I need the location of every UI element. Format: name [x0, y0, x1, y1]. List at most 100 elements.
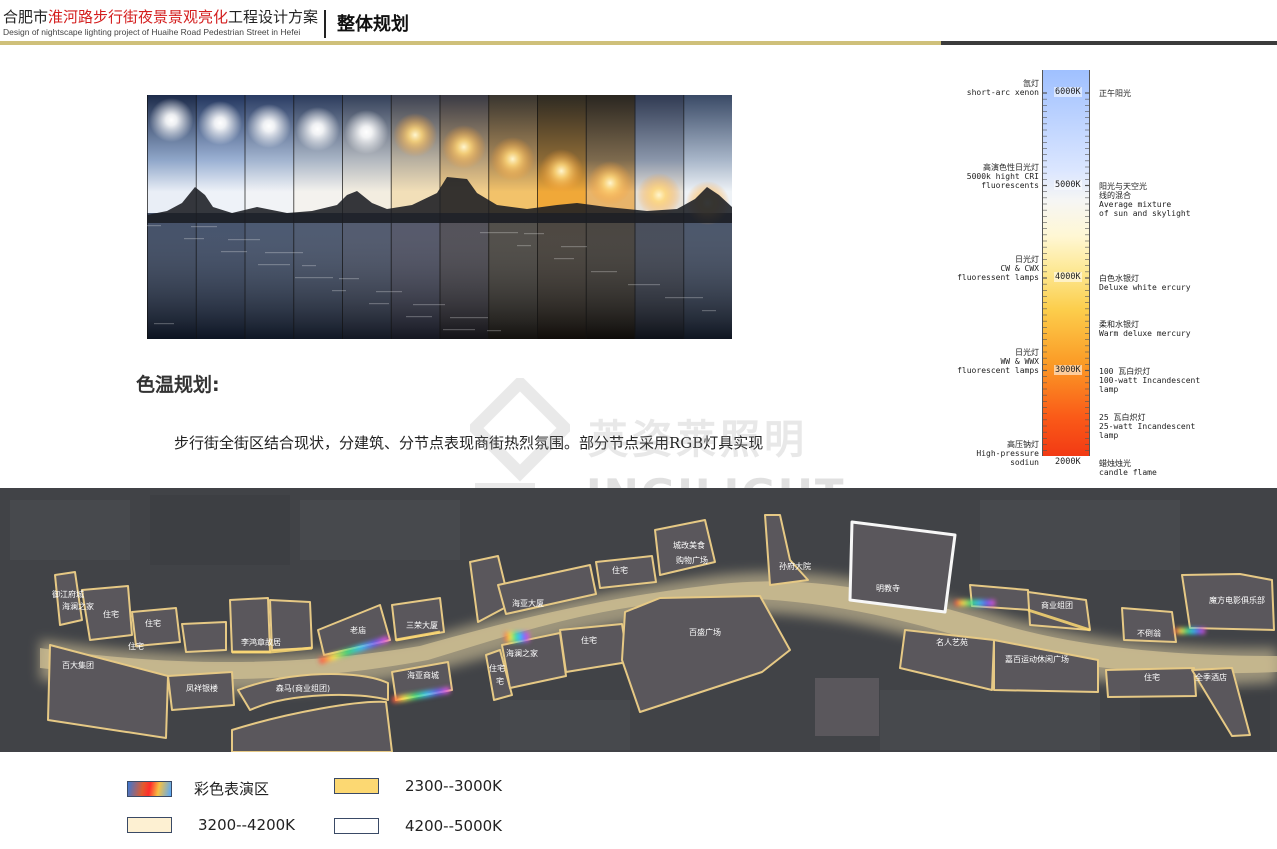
map-place-label: 名人艺苑 [936, 637, 968, 647]
light-source-label: 高演色性日光灯 5000k hight CRI fluorescents [967, 163, 1039, 190]
building-block [969, 584, 1031, 611]
legend-swatch-white [334, 818, 379, 834]
map-place-label: 李鸿章故居 [241, 637, 281, 647]
map-place-label: 住宅 [581, 635, 597, 645]
map-place-label: 御江府城 [52, 589, 84, 599]
natural-light-label-line: of sun and skylight [1099, 208, 1191, 218]
photo-sun [490, 137, 535, 181]
legend-item-2300-3000k: 2300--3000K [334, 777, 502, 795]
natural-light-label-line: 阳光与天空光 [1099, 181, 1147, 191]
legend-label: 3200--4200K [198, 816, 296, 834]
light-source-label-line: 日光灯 [1015, 347, 1039, 357]
map-place-label: 嘉百运动休闲广场 [1005, 654, 1069, 664]
map-place-label: 宅 [496, 676, 504, 686]
natural-light-label-line: 正午阳光 [1099, 89, 1131, 98]
light-source-label-line: fluorescent lamps [957, 365, 1039, 375]
natural-light-label-line: 25 瓦白炽灯 [1099, 412, 1146, 422]
natural-light-label-line: 25-watt Incandescent [1099, 421, 1196, 431]
natural-light-label-line: lamp [1099, 384, 1119, 394]
natural-light-label: 正午阳光 [1099, 89, 1131, 98]
natural-light-label-line: Average mixture [1099, 199, 1172, 209]
legend-swatch-yellow [334, 778, 379, 794]
title-highlight: 淮河路步行街夜景景观亮化 [48, 8, 229, 26]
kelvin-tick-label: 4000K [1054, 272, 1082, 282]
map-place-label: 住宅 [612, 565, 628, 575]
photo-sun [344, 110, 389, 154]
photo-sun [149, 98, 194, 142]
natural-light-label-line: candle flame [1099, 468, 1157, 477]
map-place-label: 城改美食 [673, 540, 705, 550]
map-place-label: 魔方电影俱乐部 [1209, 595, 1265, 605]
natural-light-label-line: 蜡烛烛光 [1099, 459, 1131, 468]
kelvin-tick-label: 5000K [1054, 179, 1082, 190]
light-source-label-line: sodiun [1010, 458, 1039, 467]
map-place-label: 购物广场 [676, 555, 708, 565]
title-prefix: 合肥市 [3, 8, 49, 26]
photo-sun [295, 107, 340, 151]
map-place-label: 住宅 [145, 618, 161, 628]
legend-item-3200-4200k: 3200--4200K [127, 816, 295, 834]
color-temperature-heading: 色温规划: [136, 374, 220, 396]
color-temperature-photo-strip [147, 95, 732, 339]
map-place-label: 百大集团 [62, 660, 94, 670]
map-place-label: 商业组团 [1041, 600, 1073, 610]
map-place-label: 住宅 [103, 609, 119, 619]
natural-light-label: 蜡烛烛光 candle flame [1099, 459, 1157, 477]
map-place-label: 三荣大厦 [406, 620, 438, 630]
map-place-label: 住宅 [1144, 672, 1160, 682]
light-source-label-line: 高压钠灯 [1007, 440, 1039, 449]
watermark-text-cn: 英姿莱照明 [588, 417, 808, 463]
light-source-label-line: CW & CWX [1000, 264, 1039, 273]
document-title: 合肥市淮河路步行街夜景景观亮化工程设计方案 [3, 6, 318, 27]
photo-sun [393, 113, 438, 157]
light-source-label: 高压钠灯 High-pressure sodiun [976, 440, 1039, 467]
natural-light-label-line: lamp [1099, 430, 1119, 440]
light-source-label-line: 氙灯 [1023, 79, 1039, 88]
natural-light-label: 阳光与天空光 线的混合 Average mixture of sun and skyl… [1099, 182, 1191, 218]
natural-light-label-line: 100 瓦白炽灯 [1099, 366, 1151, 376]
map-place-label: 老庙 [350, 625, 366, 635]
photo-sun [539, 149, 584, 193]
natural-light-label-line: 线的混合 [1099, 190, 1131, 200]
section-title: 整体规划 [337, 14, 409, 35]
photo-sun [441, 125, 486, 169]
street-lighting-map: 御江府城 海澜之家 住宅 住宅 住宅 百大集团 李鸿章故居 老庙 三荣大厦 凤祥银楼 森马(商业组团… [0, 488, 1277, 752]
natural-light-label: 100 瓦白炽灯 100-watt Incandescent lamp [1099, 367, 1200, 394]
map-place-label: 百盛广场 [689, 627, 721, 637]
map-place-label: 海澜之家 [62, 601, 94, 611]
legend-swatch-rainbow [127, 780, 172, 797]
light-source-label-line: fluoressent lamps [957, 273, 1039, 282]
light-source-label-line: 5000k hight CRI [966, 171, 1039, 181]
light-source-label-line: WW & WWX [1000, 356, 1039, 366]
photo-sun [588, 161, 633, 205]
natural-light-label: 白色水银灯 Deluxe white ercury [1099, 274, 1191, 292]
map-place-label: 不倒翁 [1137, 628, 1161, 638]
light-source-label-line: short-arc xenon [966, 88, 1039, 97]
building-block [815, 678, 879, 736]
kelvin-tick-label: 6000K [1054, 87, 1082, 97]
map-place-label: 海亚商城 [407, 670, 439, 680]
map-place-label: 海澜之家 [506, 648, 538, 658]
map-place-label: 凤祥银楼 [186, 683, 218, 693]
natural-light-label-line: 白色水银灯 [1099, 274, 1139, 283]
document-title-english: Design of nightscape lighting project of… [3, 27, 301, 37]
light-source-label: 日光灯 CW & CWX fluoressent lamps [957, 255, 1039, 282]
kelvin-tick-label: 2000K [1054, 457, 1082, 467]
light-source-label: 氙灯 short-arc xenon [967, 79, 1039, 97]
legend-label: 2300--3000K [405, 777, 503, 795]
light-source-label-line: High-pressure [976, 449, 1039, 458]
map-place-label: 孙府大院 [779, 561, 811, 571]
natural-light-label-line: Deluxe white ercury [1099, 283, 1191, 292]
map-place-label: 全季酒店 [1195, 672, 1227, 682]
color-temperature-scale: 6000K 5000K 4000K 3000K 2000K 氙灯 short-arc xe… [955, 62, 1277, 477]
map-place-label: 住宅 [128, 641, 144, 651]
legend-label: 彩色表演区 [194, 780, 270, 798]
legend-label: 4200--5000K [405, 817, 503, 835]
natural-light-label-line: 100-watt Incandescent [1099, 375, 1201, 385]
title-suffix: 工程设计方案 [228, 8, 319, 26]
map-place-label: 明教寺 [876, 583, 900, 593]
scale-minor-ticks [1042, 92, 1090, 451]
kelvin-tick-label: 3000K [1054, 364, 1082, 375]
map-place-label: 海亚大厦 [512, 598, 544, 608]
building-block [181, 621, 227, 653]
